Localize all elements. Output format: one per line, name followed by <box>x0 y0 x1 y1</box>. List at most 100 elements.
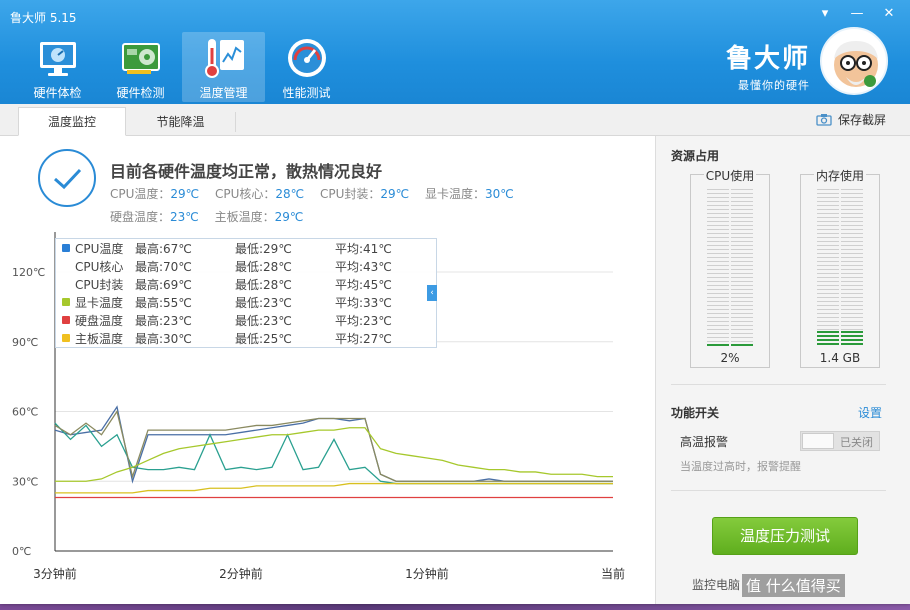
legend-avg: 平均:43℃ <box>335 259 392 274</box>
thermometer-icon <box>204 39 244 78</box>
legend-avg: 平均:41℃ <box>335 241 392 256</box>
main-nav: 硬件体检 硬件检测 温度管理 性能测试 <box>16 32 348 102</box>
toggle-knob <box>802 433 834 449</box>
legend-avg: 平均:45℃ <box>335 277 392 292</box>
meter-bars <box>707 189 753 347</box>
y-tick-label: 120℃ <box>12 266 45 279</box>
meter-column <box>841 189 863 347</box>
legend-max: 最高:69℃ <box>135 277 192 292</box>
legend-swatch <box>62 244 70 252</box>
y-tick-label: 90℃ <box>12 336 38 349</box>
save-screenshot-label: 保存截屏 <box>837 113 886 127</box>
legend-name: CPU温度 <box>75 241 124 256</box>
temperature-panel: 目前各硬件温度均正常，散热情况良好 CPU温度：29℃ CPU核心：28℃ CP… <box>0 136 654 604</box>
legend-swatch <box>62 316 70 324</box>
memory-usage-meter: 内存使用 1.4 GB <box>800 169 880 368</box>
chart-legend: CPU温度 最高:67℃ 最低:29℃ 平均:41℃ CPU核心 最高:70℃ … <box>55 238 437 348</box>
nav-temperature-management[interactable]: 温度管理 <box>182 32 265 102</box>
legend-min: 最低:23℃ <box>235 295 292 310</box>
brand-slogan: 最懂你的硬件 <box>738 79 810 92</box>
meter-fill <box>731 343 753 347</box>
nav-performance-test[interactable]: 性能测试 <box>265 32 348 102</box>
monitor-icon <box>39 42 76 76</box>
high-temp-alarm-toggle[interactable]: 已关闭 <box>800 431 880 451</box>
nav-hardware-checkup[interactable]: 硬件体检 <box>16 32 99 102</box>
series-line <box>55 482 613 494</box>
cpu-usage-meter: CPU使用 2% <box>690 169 770 368</box>
legend-min: 最低:29℃ <box>235 241 292 256</box>
high-temp-alarm-label: 高温报警 <box>680 435 729 449</box>
collapse-legend-icon[interactable]: ‹ <box>427 285 437 301</box>
legend-avg: 平均:27℃ <box>335 331 392 346</box>
brand: 鲁大师 最懂你的硬件 <box>726 38 810 93</box>
legend-row: 主板温度 最高:30℃ 最低:25℃ 平均:27℃ <box>56 329 436 347</box>
legend-name: 主板温度 <box>75 331 124 346</box>
tab-energy-saving[interactable]: 节能降温 <box>126 112 236 132</box>
meter-label: CPU使用 <box>691 167 769 184</box>
series-line <box>54 409 613 482</box>
x-tick-label: 当前 <box>601 566 625 581</box>
header-bar: 鲁大师 5.15 ▾ — ✕ 硬件体检 硬件检测 温度管理 性能测试 鲁大师 最… <box>0 0 910 104</box>
speedometer-icon <box>287 39 326 77</box>
settings-link[interactable]: 设置 <box>858 404 882 421</box>
close-icon[interactable]: ✕ <box>880 6 898 21</box>
legend-row: 硬盘温度 最高:23℃ 最低:23℃ 平均:23℃ <box>56 311 436 329</box>
graphics-card-icon <box>121 43 160 74</box>
legend-swatch <box>62 280 70 288</box>
app-window: 鲁大师 5.15 ▾ — ✕ 硬件体检 硬件检测 温度管理 性能测试 鲁大师 最… <box>0 0 910 604</box>
series-line <box>55 427 613 482</box>
legend-swatch <box>62 262 70 270</box>
toggle-state: 已关闭 <box>840 436 873 449</box>
temperature-stress-test-button[interactable]: 温度压力测试 <box>712 517 858 555</box>
minimize-icon[interactable]: — <box>848 6 866 21</box>
divider <box>671 490 886 491</box>
y-tick-label: 60℃ <box>12 406 38 419</box>
cpu-usage-label: CPU使用 <box>703 169 757 183</box>
tab-temperature-monitor[interactable]: 温度监控 <box>18 107 126 136</box>
series-line <box>54 422 613 485</box>
legend-min: 最低:25℃ <box>235 331 292 346</box>
legend-max: 最高:67℃ <box>135 241 192 256</box>
legend-min: 最低:28℃ <box>235 259 292 274</box>
meter-fill <box>817 331 839 347</box>
nav-label: 硬件体检 <box>33 86 82 100</box>
side-panel: 资源占用 CPU使用 2% 内存使用 1.4 GB 功能开关 设置 高温报警 已… <box>655 136 910 604</box>
x-tick-label: 3分钟前 <box>33 566 77 581</box>
window-controls: ▾ — ✕ <box>816 6 898 21</box>
legend-name: 显卡温度 <box>75 295 124 310</box>
sub-tab-bar: 温度监控 节能降温 保存截屏 <box>0 104 910 136</box>
nav-label: 性能测试 <box>282 86 331 100</box>
legend-max: 最高:55℃ <box>135 295 192 310</box>
meter-fill <box>841 331 863 347</box>
avatar[interactable] <box>820 27 888 95</box>
meter-column <box>817 189 839 347</box>
meter-column <box>731 189 753 347</box>
save-screenshot-button[interactable]: 保存截屏 <box>816 111 886 128</box>
legend-name: 硬盘温度 <box>75 313 124 328</box>
legend-row: CPU核心 最高:70℃ 最低:28℃ 平均:43℃ <box>56 257 436 275</box>
meter-fill <box>707 343 729 347</box>
legend-max: 最高:30℃ <box>135 331 192 346</box>
nav-label: 硬件检测 <box>116 86 165 100</box>
brand-name: 鲁大师 <box>725 44 810 74</box>
legend-avg: 平均:23℃ <box>335 313 392 328</box>
y-tick-label: 30℃ <box>12 475 38 488</box>
x-tick-label: 2分钟前 <box>219 566 263 581</box>
legend-swatch <box>62 298 70 306</box>
temperature-chart: 0℃ 30℃ 60℃ 90℃ 120℃ 3分钟前 2分钟前 1分钟前 当前 <box>12 232 625 581</box>
watermark: 值 什么值得买 <box>742 574 845 597</box>
legend-name: CPU核心 <box>75 259 124 274</box>
legend-avg: 平均:33℃ <box>335 295 392 310</box>
legend-row: CPU封装 最高:69℃ 最低:28℃ 平均:45℃ <box>56 275 436 293</box>
y-tick-label: 0℃ <box>12 545 31 558</box>
menu-icon[interactable]: ▾ <box>816 6 834 21</box>
meter-column <box>707 189 729 347</box>
memory-usage-label: 内存使用 <box>813 169 866 183</box>
cpu-usage-value: 2% <box>720 351 740 365</box>
nav-label: 温度管理 <box>199 86 248 100</box>
nav-hardware-detect[interactable]: 硬件检测 <box>99 32 182 102</box>
legend-name: CPU封装 <box>75 277 124 292</box>
alarm-description: 当温度过高时，报警提醒 <box>680 460 801 473</box>
monitor-pc-link[interactable]: 监控电脑 <box>692 576 740 593</box>
legend-swatch <box>62 334 70 342</box>
